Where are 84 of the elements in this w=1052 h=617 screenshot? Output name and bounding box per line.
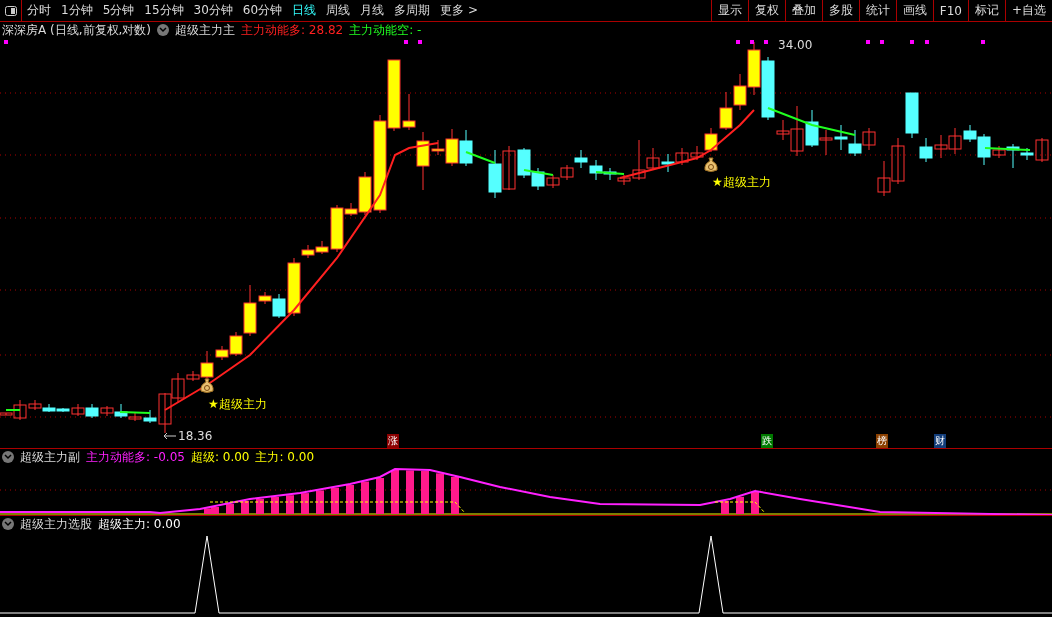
indicator-value: 主力动能多: 28.82 <box>241 21 344 39</box>
histogram-bar <box>736 496 744 514</box>
period-tab[interactable]: 多周期 <box>389 2 436 19</box>
candlestick <box>675 147 689 166</box>
chevron-down-icon[interactable] <box>157 24 169 36</box>
event-marker[interactable]: 涨 <box>387 434 399 448</box>
histogram-bar <box>331 487 339 514</box>
toolbar-button[interactable]: 画线 <box>895 0 933 21</box>
histogram-bar <box>376 478 384 514</box>
period-tab[interactable]: 1分钟 <box>56 2 98 19</box>
toolbar-button[interactable]: F10 <box>932 0 968 21</box>
toolbar-button[interactable]: 复权 <box>747 0 785 21</box>
period-tab[interactable]: 60分钟 <box>237 2 288 19</box>
money-bag-icon <box>704 157 718 172</box>
candlestick <box>877 160 891 197</box>
signal-label: ★超级主力 <box>208 396 267 413</box>
histogram-bar <box>226 504 234 514</box>
period-tab[interactable]: 30分钟 <box>188 2 238 19</box>
histogram-bar <box>751 492 759 514</box>
chevron-down-icon[interactable] <box>2 518 14 530</box>
period-tab[interactable]: 分时 <box>22 2 56 19</box>
event-marker[interactable]: 财 <box>934 434 946 448</box>
falling-trend-line <box>523 169 554 176</box>
indicator-name: 超级主力副 <box>20 448 80 466</box>
period-tab[interactable]: 月线 <box>355 2 390 19</box>
candlestick <box>488 149 502 199</box>
toolbar-button[interactable]: 多股 <box>821 0 859 21</box>
candlestick <box>560 164 574 181</box>
event-marker[interactable]: 跌 <box>761 434 773 448</box>
period-tab[interactable]: 周线 <box>321 2 356 19</box>
histogram-bar <box>316 490 324 514</box>
period-tab[interactable]: 更多 > <box>435 2 483 19</box>
candlestick <box>848 129 862 157</box>
histogram-bar <box>346 485 354 514</box>
period-tab[interactable]: 15分钟 <box>139 2 189 19</box>
candlestick <box>574 149 588 169</box>
histogram-bar <box>256 498 264 514</box>
toolbar-button[interactable]: 标记 <box>967 0 1005 21</box>
toolbar-button[interactable]: 统计 <box>858 0 896 21</box>
indicator-name: 超级主力选股 <box>20 515 92 533</box>
candlestick <box>834 124 848 151</box>
signal-label: ★超级主力 <box>712 174 771 191</box>
falling-trend-line <box>119 411 151 414</box>
histogram-bar <box>436 473 444 514</box>
indicator-value: 超级: 0.00 <box>190 448 250 466</box>
period-tab[interactable]: 日线 <box>287 2 322 19</box>
candlestick <box>661 153 675 173</box>
histogram-bar <box>301 493 309 514</box>
toolbar-button[interactable]: 叠加 <box>784 0 822 21</box>
high-price-label: 34.00 <box>778 38 813 52</box>
candlestick <box>85 403 99 419</box>
toolbar-button[interactable]: +自选 <box>1004 0 1052 21</box>
histogram-bar <box>361 481 369 514</box>
chevron-down-icon[interactable] <box>2 451 14 463</box>
money-bag-icon <box>200 378 214 393</box>
candlestick <box>459 129 473 167</box>
falling-trend-line <box>465 151 496 164</box>
indicator-value: 主力动能多: -0.05 <box>86 448 185 466</box>
candlestick <box>100 405 114 417</box>
histogram-bar <box>271 497 279 514</box>
stock-title: 深深房A (日线,前复权,对数) <box>2 21 151 39</box>
toolbar-button[interactable]: 显示 <box>710 0 748 21</box>
histogram-bar <box>241 501 249 514</box>
candlestick <box>934 134 948 159</box>
falling-trend-line <box>5 409 21 411</box>
histogram-bar <box>451 476 459 514</box>
histogram-bar <box>721 501 729 514</box>
candlestick <box>862 127 876 151</box>
candlestick <box>891 137 905 185</box>
indicator-value: 主力动能空: - <box>349 21 422 39</box>
indicator-value: 超级主力: 0.00 <box>98 515 181 533</box>
histogram-bar <box>286 495 294 514</box>
histogram-bar <box>406 470 414 514</box>
histogram-bar <box>391 470 399 514</box>
event-marker[interactable]: 榜 <box>876 434 888 448</box>
histogram-bar <box>421 470 429 514</box>
low-price-label: 18.36 <box>178 429 213 443</box>
panel-icon <box>4 5 17 16</box>
falling-trend-line <box>595 171 625 175</box>
period-tab[interactable]: 5分钟 <box>97 2 140 19</box>
indicator-name: 超级主力主 <box>175 21 235 39</box>
indicator-value: 主力: 0.00 <box>255 448 315 466</box>
pointer-arrow-icon <box>163 432 177 440</box>
falling-trend-line <box>984 147 1031 151</box>
